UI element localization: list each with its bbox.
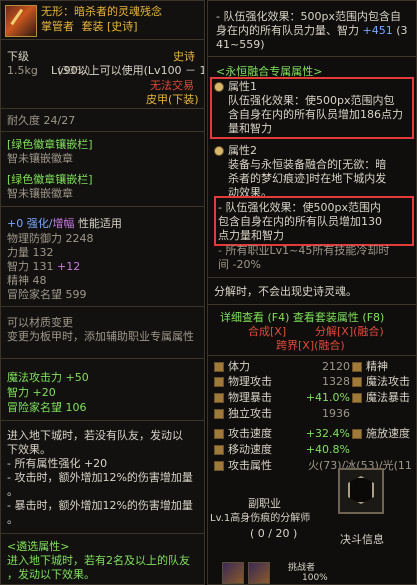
subjob-title: 副职业 bbox=[248, 497, 281, 510]
item-set: 套装 bbox=[81, 20, 104, 33]
stat-value: +40.8% bbox=[305, 443, 350, 456]
skill-slot-2[interactable] bbox=[248, 562, 270, 584]
subjob-count: ( 0 / 20 ) bbox=[250, 527, 298, 540]
select-attr-line-2: ，发动以下效果。 bbox=[7, 568, 95, 581]
attribute-2-icon bbox=[214, 146, 224, 156]
select-attr-line-1: 进入地下城时，若有2名及以上的队友 bbox=[7, 554, 190, 567]
strength: 力量 132 bbox=[7, 246, 54, 259]
stat-label: 独立攻击 bbox=[228, 407, 272, 420]
stat-label-2: 施放速度 bbox=[366, 427, 410, 440]
weight: 1.5kg bbox=[7, 64, 38, 77]
item-grade-tag: [史诗] bbox=[107, 20, 138, 33]
dungeon-effect-7: 。 bbox=[7, 513, 18, 526]
dungeon-effect-1: 进入地下城时，若没有队友，发动以 bbox=[7, 429, 183, 442]
set-attribute-panel: - 队伍强化效果：500px范围内包含自 身在内的所有队员力量、智力 +451 … bbox=[207, 0, 417, 585]
transfer-line-1: 可以材质变更 bbox=[7, 316, 73, 329]
subjob-name: Lv.1高身伤痕的分解师 bbox=[210, 513, 311, 524]
phys-def: 物理防御力 2248 bbox=[7, 232, 94, 245]
detail-view-link[interactable]: 详细查看 (F4) 查看套装属性 (F8) bbox=[220, 311, 384, 325]
synthesis-link[interactable]: 合成[X] bbox=[248, 325, 286, 339]
stat-icon bbox=[214, 461, 224, 471]
team-effect-number: +451 bbox=[362, 24, 393, 37]
intelligence: 智力 131 +12 bbox=[7, 260, 81, 273]
transfer-line-2: 变更为板甲时，添加辅助职业专属属性 bbox=[7, 330, 194, 343]
team-effect-line-2: 身在内的所有队员力量、智力 bbox=[216, 24, 359, 37]
duel-info-button[interactable] bbox=[338, 468, 384, 514]
item-name: 无形：暗杀者的灵魂残念 bbox=[41, 5, 162, 18]
attribute-2-line-8: 间 -20% bbox=[218, 258, 261, 271]
attribute-2-line-1: 装备与永恒装备融合的[无欲：暗 bbox=[228, 158, 387, 171]
stat-value: +41.0% bbox=[305, 391, 350, 404]
dungeon-effect-2: 下效果。 bbox=[7, 443, 51, 456]
select-attr-title: <遴选属性> bbox=[7, 540, 70, 553]
dungeon-effect-4: - 攻击时，额外增加12%的伤害增加量 bbox=[7, 471, 193, 484]
rarity-label: 史诗 bbox=[173, 50, 195, 63]
dungeon-effect-6: - 暴击时，额外增加12%的伤害增加量 bbox=[7, 499, 193, 512]
stat-icon bbox=[214, 409, 224, 419]
item-type: 掌管者 bbox=[41, 20, 74, 33]
item-icon bbox=[5, 5, 37, 37]
item-tooltip-panel: 无形：暗杀者的灵魂残念 掌管者 套装 [史诗] 下级 史诗 1.5kg (33%… bbox=[0, 0, 205, 585]
stat-icon-2 bbox=[352, 429, 362, 439]
durability: 耐久度 24/27 bbox=[7, 114, 76, 127]
adventurer-fame: 冒险家名望 599 bbox=[7, 288, 87, 301]
dungeon-effect-5: 。 bbox=[7, 485, 18, 498]
reinforce-line: +0 强化/增幅 性能适用 bbox=[7, 217, 122, 230]
stat-label: 物理暴击 bbox=[228, 391, 272, 404]
attribute-2-line-7: - 所有职业Lv1~45所有技能冷却时 bbox=[218, 244, 390, 257]
stat-icon bbox=[214, 445, 224, 455]
stat-label-2: 魔法攻击 bbox=[366, 375, 410, 388]
stat-label: 攻击属性 bbox=[228, 459, 272, 472]
stat-value: +32.4% bbox=[305, 427, 350, 440]
bottom-label: 挑战者 bbox=[288, 563, 316, 573]
stat-icon bbox=[214, 393, 224, 403]
stat-label-2: 魔法暴击 bbox=[366, 391, 410, 404]
duel-info-label: 决斗信息 bbox=[340, 533, 384, 546]
stat-value: 2120 bbox=[322, 360, 350, 373]
stat-icon bbox=[214, 429, 224, 439]
level-requirement: Lv90以上可以使用(Lv100 － 10) bbox=[51, 64, 205, 77]
stat-label: 攻击速度 bbox=[228, 427, 272, 440]
emblem-slot-1-title: [绿色徽章镶嵌栏] bbox=[7, 138, 93, 151]
stat-label: 移动速度 bbox=[228, 443, 272, 456]
decompose-note: 分解时，不会出现史诗灵魂。 bbox=[214, 285, 357, 298]
attribute-2-line-2: 杀者的梦幻痕迹]时在地下城内发 bbox=[228, 172, 387, 185]
magic-attack-bonus: 魔法攻击力 +50 bbox=[7, 371, 89, 384]
stat-value: 1328 bbox=[322, 375, 350, 388]
stat-label: 体力 bbox=[228, 360, 250, 373]
team-effect-line-3: 41~559) bbox=[216, 38, 265, 51]
stat-icon-2 bbox=[352, 377, 362, 387]
emblem-slot-1-state: 智未镶嵌徽章 bbox=[7, 152, 73, 165]
stat-value: 1936 bbox=[322, 407, 350, 420]
emblem-slot-2-state: 智未镶嵌徽章 bbox=[7, 187, 73, 200]
team-effect-line-1: - 队伍强化效果：500px范围内包含自 bbox=[216, 10, 401, 23]
stat-icon-2 bbox=[352, 393, 362, 403]
cross-link[interactable]: 跨界[X](融合) bbox=[276, 339, 345, 353]
stat-icon bbox=[214, 377, 224, 387]
spirit: 精神 48 bbox=[7, 274, 47, 287]
equip-slot: 皮甲(下装) bbox=[146, 93, 199, 106]
dungeon-effect-3: - 所有属性强化 +20 bbox=[7, 457, 108, 470]
trade-status: 无法交易 bbox=[150, 79, 194, 92]
attribute-2-title: 属性2 bbox=[228, 144, 257, 157]
stat-icon-2 bbox=[352, 362, 362, 372]
decompose-link[interactable]: 分解[X](融合) bbox=[315, 325, 384, 339]
emblem-slot-2-title: [绿色徽章镶嵌栏] bbox=[7, 173, 93, 186]
skill-slot-1[interactable] bbox=[222, 562, 244, 584]
stat-label: 物理攻击 bbox=[228, 375, 272, 388]
int-bonus: 智力 +20 bbox=[7, 386, 56, 399]
grade-label: 下级 bbox=[7, 50, 29, 63]
stat-label-2: 精神 bbox=[366, 360, 388, 373]
stat-icon bbox=[214, 362, 224, 372]
attribute-1-highlight bbox=[210, 77, 414, 139]
attribute-2-highlight bbox=[214, 196, 414, 246]
fame-bonus: 冒险家名望 106 bbox=[7, 401, 87, 414]
